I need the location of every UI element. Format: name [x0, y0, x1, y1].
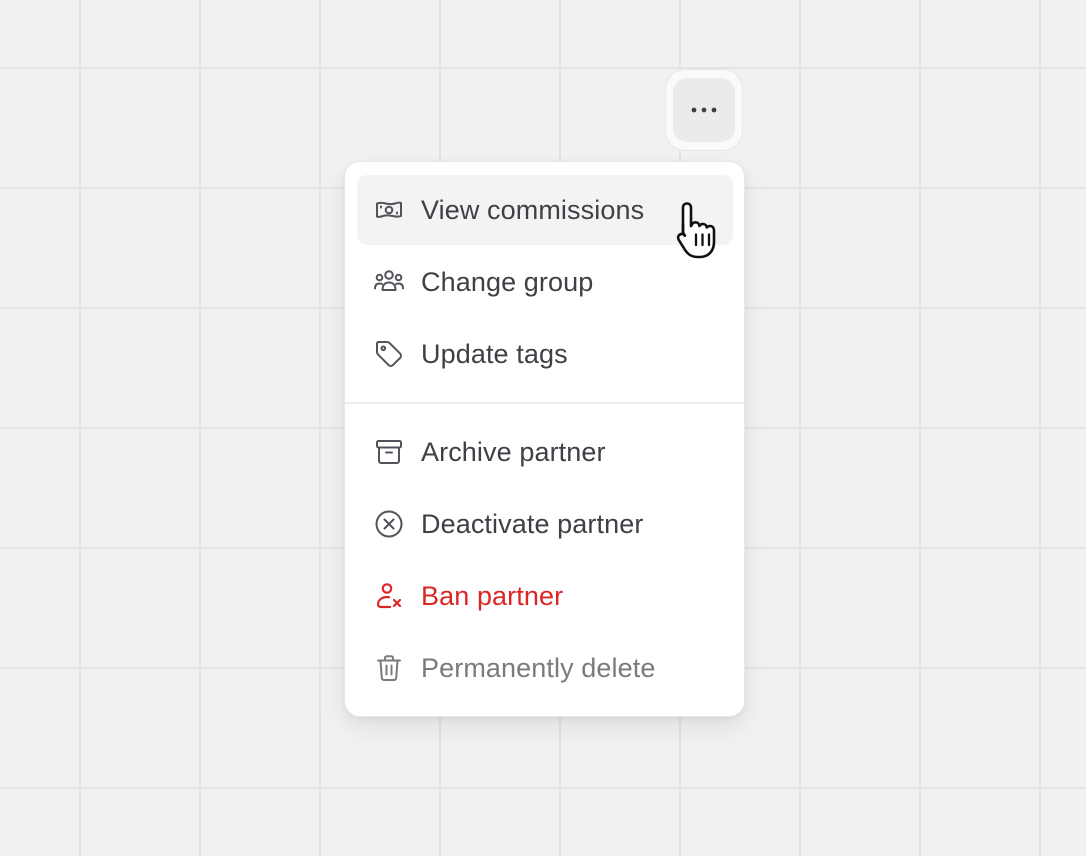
menu-item-label: View commissions	[421, 194, 645, 225]
actions-menu: View commissions Change group Update tag…	[344, 161, 745, 717]
menu-item-label: Change group	[421, 266, 594, 297]
archive-box-icon	[373, 436, 405, 468]
menu-item-deactivate-partner[interactable]: Deactivate partner	[357, 489, 733, 559]
tag-icon	[373, 338, 405, 370]
circle-x-icon	[373, 508, 405, 540]
menu-item-label: Permanently delete	[421, 652, 656, 683]
menu-item-label: Ban partner	[421, 580, 564, 611]
menu-item-view-commissions[interactable]: View commissions	[357, 175, 733, 245]
menu-item-update-tags[interactable]: Update tags	[357, 319, 733, 389]
menu-divider	[345, 402, 744, 404]
menu-item-label: Update tags	[421, 338, 568, 369]
money-icon	[373, 194, 405, 226]
users-group-icon	[373, 266, 405, 298]
menu-item-permanently-delete[interactable]: Permanently delete	[357, 633, 733, 703]
menu-item-archive-partner[interactable]: Archive partner	[357, 417, 733, 487]
menu-item-change-group[interactable]: Change group	[357, 247, 733, 317]
menu-item-ban-partner[interactable]: Ban partner	[357, 561, 733, 631]
more-actions-button[interactable]	[665, 69, 743, 151]
more-actions-button-surface	[673, 78, 735, 142]
more-horizontal-icon	[690, 101, 718, 119]
trash-icon	[373, 652, 405, 684]
menu-item-label: Archive partner	[421, 436, 606, 467]
menu-item-label: Deactivate partner	[421, 508, 644, 539]
user-x-icon	[373, 580, 405, 612]
